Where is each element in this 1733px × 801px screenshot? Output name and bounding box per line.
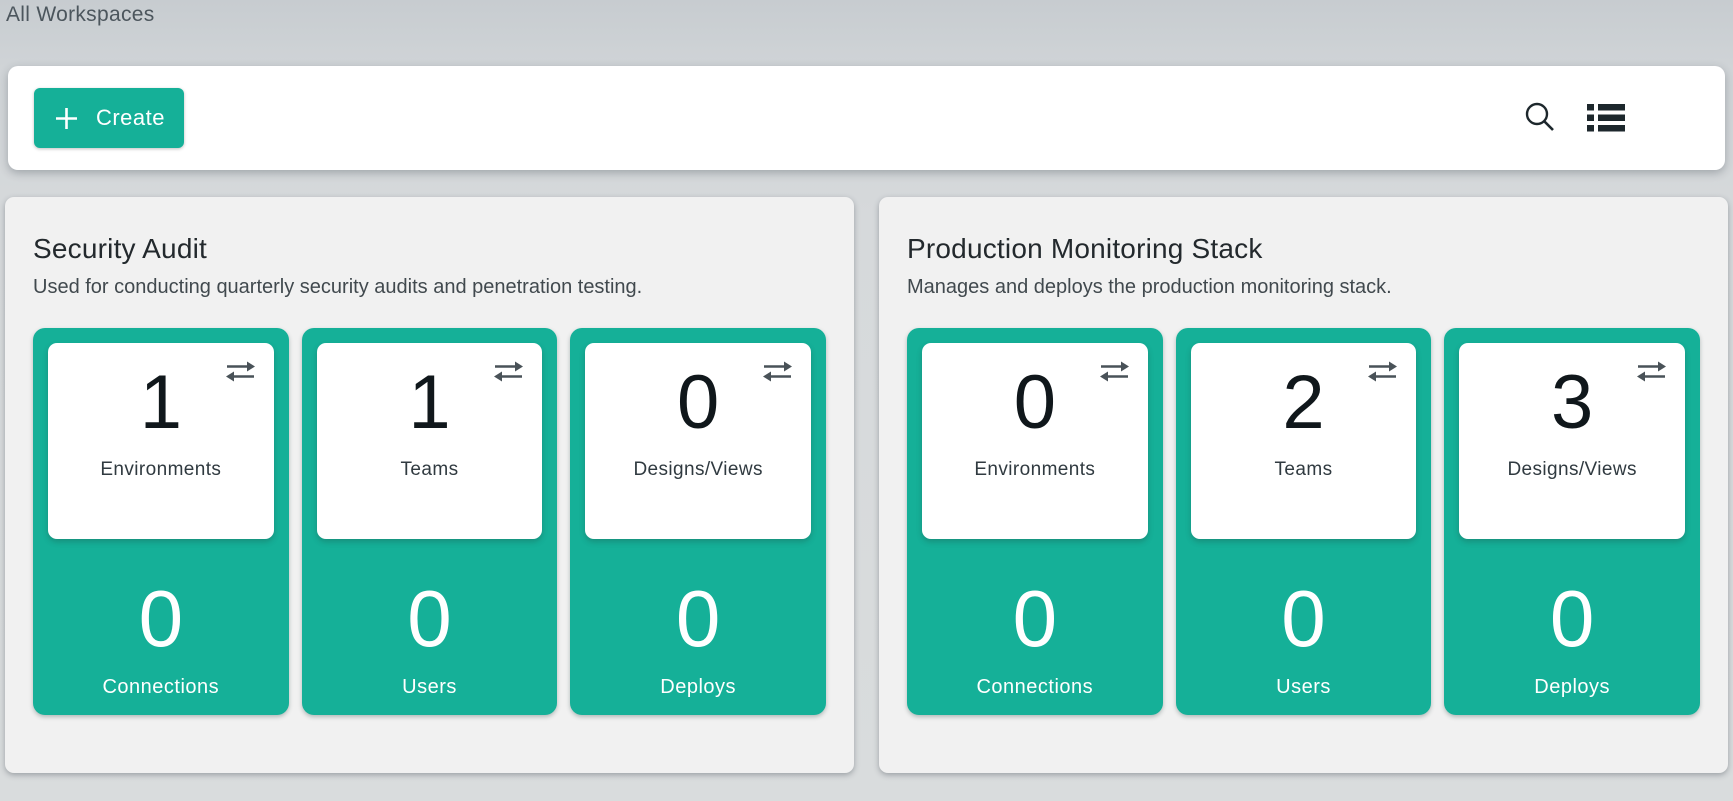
stat-tile-teams-users[interactable]: 2 Teams 0 Users [1176, 328, 1432, 715]
stat-value: 0 [676, 579, 721, 659]
stat-tile-environments-connections[interactable]: 1 Environments 0 Connections [33, 328, 289, 715]
workspaces-grid: Security Audit Used for conducting quart… [5, 197, 1728, 773]
plus-icon [53, 105, 80, 132]
stat-tile-bottom: 0 Users [1191, 539, 1417, 715]
stat-tile-top[interactable]: 1 Teams [317, 343, 543, 539]
stat-value: 0 [1281, 579, 1326, 659]
stat-value: 3 [1551, 363, 1593, 443]
stat-tile-designs-deploys[interactable]: 0 Designs/Views 0 Deploys [570, 328, 826, 715]
stat-tile-bottom: 0 Deploys [1459, 539, 1685, 715]
stat-value: 0 [1013, 579, 1058, 659]
stat-tile-bottom: 0 Connections [48, 539, 274, 715]
stat-value: 1 [140, 363, 182, 443]
stat-tile-top[interactable]: 3 Designs/Views [1459, 343, 1685, 539]
stat-label: Users [402, 676, 457, 699]
stat-tile-top[interactable]: 1 Environments [48, 343, 274, 539]
swap-horizontal-icon[interactable] [493, 360, 524, 388]
stat-label: Teams [1275, 459, 1333, 481]
workspace-card-production-monitoring-stack: Production Monitoring Stack Manages and … [879, 197, 1728, 773]
stat-label: Environments [100, 459, 221, 481]
create-button-label: Create [96, 105, 165, 131]
stat-value: 1 [408, 363, 450, 443]
list-view-toggle-button[interactable] [1587, 104, 1625, 132]
workspaces-toolbar: Create [8, 66, 1725, 170]
stat-tile-top[interactable]: 2 Teams [1191, 343, 1417, 539]
stat-value: 0 [1550, 579, 1595, 659]
stat-value: 0 [677, 363, 719, 443]
stat-value: 2 [1282, 363, 1324, 443]
search-button[interactable] [1523, 100, 1557, 136]
stat-label: Connections [102, 676, 219, 699]
page-title: All Workspaces [0, 0, 1733, 30]
swap-horizontal-icon[interactable] [225, 360, 256, 388]
swap-horizontal-icon[interactable] [1099, 360, 1130, 388]
stat-tile-teams-users[interactable]: 1 Teams 0 Users [302, 328, 558, 715]
stat-label: Connections [976, 676, 1093, 699]
stat-tile-bottom: 0 Deploys [585, 539, 811, 715]
stat-label: Teams [401, 459, 459, 481]
stat-label: Designs/Views [633, 459, 762, 481]
stat-label: Deploys [660, 676, 736, 699]
stat-label: Deploys [1534, 676, 1610, 699]
swap-horizontal-icon[interactable] [1636, 360, 1667, 388]
workspace-card-security-audit: Security Audit Used for conducting quart… [5, 197, 854, 773]
workspace-name: Security Audit [33, 233, 826, 265]
stat-value: 0 [1014, 363, 1056, 443]
toolbar-actions [1523, 100, 1697, 136]
stat-value: 0 [139, 579, 184, 659]
workspace-stats: 1 Environments 0 Connections [33, 328, 826, 715]
workspace-stats: 0 Environments 0 Connections [907, 328, 1700, 715]
stat-label: Environments [974, 459, 1095, 481]
stat-value: 0 [407, 579, 452, 659]
stat-tile-environments-connections[interactable]: 0 Environments 0 Connections [907, 328, 1163, 715]
create-workspace-button[interactable]: Create [34, 88, 184, 148]
swap-horizontal-icon[interactable] [762, 360, 793, 388]
stat-tile-designs-deploys[interactable]: 3 Designs/Views 0 Deploys [1444, 328, 1700, 715]
stat-tile-bottom: 0 Users [317, 539, 543, 715]
stat-label: Users [1276, 676, 1331, 699]
workspace-name: Production Monitoring Stack [907, 233, 1700, 265]
search-icon [1523, 100, 1557, 136]
stat-label: Designs/Views [1507, 459, 1636, 481]
stat-tile-top[interactable]: 0 Designs/Views [585, 343, 811, 539]
workspace-description: Used for conducting quarterly security a… [33, 276, 826, 299]
workspace-description: Manages and deploys the production monit… [907, 276, 1700, 299]
stat-tile-bottom: 0 Connections [922, 539, 1148, 715]
stat-tile-top[interactable]: 0 Environments [922, 343, 1148, 539]
list-view-icon [1587, 104, 1625, 132]
swap-horizontal-icon[interactable] [1367, 360, 1398, 388]
